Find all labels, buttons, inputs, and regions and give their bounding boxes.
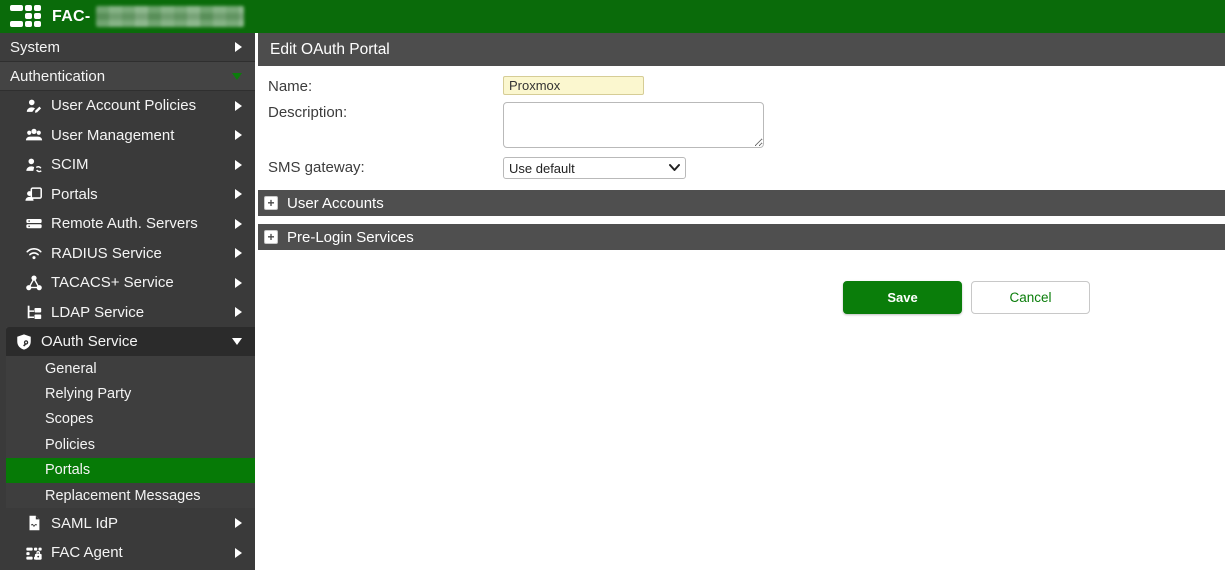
chevron-right-icon [235, 548, 242, 558]
sidebar-item-user-account-policies[interactable]: User Account Policies [0, 91, 255, 121]
fortinet-logo [10, 5, 43, 28]
sidebar-item-oauth-scopes[interactable]: Scopes [6, 407, 255, 432]
sidebar-item-system[interactable]: System [0, 33, 255, 62]
sidebar-item-label: OAuth Service [41, 333, 138, 350]
sidebar-item-ldap-service[interactable]: LDAP Service [0, 298, 255, 328]
sidebar-item-label: Scopes [45, 411, 93, 427]
description-textarea[interactable] [503, 102, 764, 148]
sidebar-item-oauth-service[interactable]: OAuth Service [6, 327, 255, 356]
name-label: Name: [268, 76, 503, 95]
sidebar-item-oauth-portals[interactable]: Portals [6, 458, 255, 483]
sidebar-item-label: Relying Party [45, 386, 131, 402]
page-title: Edit OAuth Portal [270, 41, 390, 59]
servers-icon [24, 214, 43, 233]
sidebar-item-user-management[interactable]: User Management [0, 121, 255, 151]
app-title: FAC- [52, 8, 91, 26]
sms-gateway-label: SMS gateway: [268, 157, 503, 176]
chevron-right-icon [235, 189, 242, 199]
sidebar-item-tacacs-service[interactable]: TACACS+ Service [0, 268, 255, 298]
chevron-right-icon [235, 278, 242, 288]
chevron-right-icon [235, 307, 242, 317]
sidebar-item-oauth-relying-party[interactable]: Relying Party [6, 381, 255, 406]
document-icon [24, 514, 43, 533]
sidebar-item-oauth-replacement-messages[interactable]: Replacement Messages [6, 483, 255, 508]
tree-hierarchy-icon [24, 303, 43, 322]
sidebar-item-scim[interactable]: SCIM [0, 150, 255, 180]
sidebar-item-label: SAML IdP [51, 515, 118, 532]
main-panel: Edit OAuth Portal Name: Description: SMS… [255, 33, 1225, 570]
sidebar-item-label: User Account Policies [51, 97, 196, 114]
page-title-bar: Edit OAuth Portal [258, 33, 1225, 66]
chevron-right-icon [235, 101, 242, 111]
chevron-right-icon [235, 518, 242, 528]
save-button[interactable]: Save [843, 281, 962, 314]
oauth-service-group: OAuth Service General Relying Party Scop… [6, 327, 255, 508]
fac-agent-icon [24, 543, 43, 562]
chevron-right-icon [235, 130, 242, 140]
sidebar-item-label: General [45, 361, 97, 377]
hostname-redacted-blur [96, 6, 244, 27]
sidebar-item-authentication[interactable]: Authentication [0, 62, 255, 91]
section-label: Pre-Login Services [287, 229, 414, 246]
name-input[interactable] [503, 76, 644, 95]
cancel-button[interactable]: Cancel [971, 281, 1090, 314]
chevron-right-icon [235, 219, 242, 229]
sms-gateway-select-wrap: Use default [503, 157, 686, 179]
sidebar-item-label: TACACS+ Service [51, 274, 174, 291]
sidebar-item-label: LDAP Service [51, 304, 144, 321]
section-label: User Accounts [287, 195, 384, 212]
wifi-icon [24, 244, 43, 263]
sidebar-item-fac-agent[interactable]: FAC Agent [0, 538, 255, 568]
form-actions: Save Cancel [843, 281, 1225, 314]
chevron-right-icon [235, 160, 242, 170]
expand-plus-icon[interactable]: + [264, 230, 278, 244]
sidebar-item-label: System [10, 39, 60, 56]
users-icon [24, 126, 43, 145]
oauth-portal-form: Name: Description: SMS gateway: Use defa… [255, 76, 1225, 179]
sidebar-item-label: Policies [45, 437, 95, 453]
chevron-right-icon [235, 248, 242, 258]
description-label: Description: [268, 102, 503, 121]
sidebar-item-label: RADIUS Service [51, 245, 162, 262]
section-user-accounts[interactable]: + User Accounts [258, 190, 1225, 216]
sidebar-item-label: Portals [51, 186, 98, 203]
section-pre-login-services[interactable]: + Pre-Login Services [258, 224, 1225, 250]
sidebar-item-radius-service[interactable]: RADIUS Service [0, 239, 255, 269]
user-window-icon [24, 185, 43, 204]
chevron-down-icon [232, 338, 242, 345]
titlebar: FAC- [0, 0, 1225, 33]
sidebar: System Authentication User Account Polic… [0, 33, 255, 570]
sidebar-item-saml-idp[interactable]: SAML IdP [0, 508, 255, 538]
sms-gateway-select[interactable]: Use default [503, 157, 686, 179]
sidebar-item-label: Replacement Messages [45, 488, 201, 504]
sidebar-item-remote-auth-servers[interactable]: Remote Auth. Servers [0, 209, 255, 239]
sidebar-item-label: SCIM [51, 156, 89, 173]
sidebar-item-label: Portals [45, 462, 90, 478]
sidebar-item-label: FAC Agent [51, 544, 123, 561]
sidebar-item-label: User Management [51, 127, 174, 144]
sidebar-item-oauth-general[interactable]: General [6, 356, 255, 381]
chevron-down-icon [232, 73, 242, 80]
expand-plus-icon[interactable]: + [264, 196, 278, 210]
chevron-right-icon [235, 42, 242, 52]
sidebar-item-label: Remote Auth. Servers [51, 215, 198, 232]
sidebar-item-oauth-policies[interactable]: Policies [6, 432, 255, 457]
user-edit-icon [24, 96, 43, 115]
sidebar-item-label: Authentication [10, 68, 105, 85]
network-nodes-icon [24, 273, 43, 292]
sidebar-item-portals[interactable]: Portals [0, 180, 255, 210]
user-sync-icon [24, 155, 43, 174]
shield-key-icon [14, 332, 33, 351]
